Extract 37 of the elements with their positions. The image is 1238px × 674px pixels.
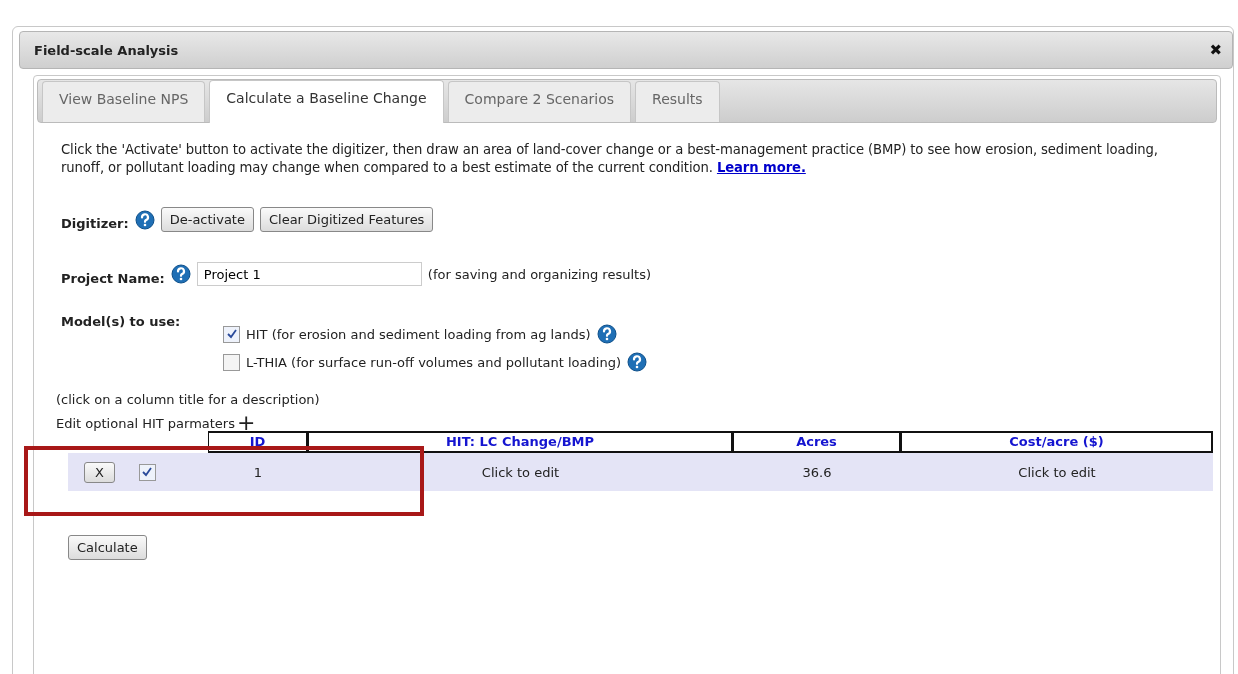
tab[interactable]: Compare 2 Scenarios <box>447 81 632 122</box>
toolbar-button[interactable]: De-activate <box>160 207 254 232</box>
tab[interactable]: View Baseline NPS <box>42 81 206 122</box>
optional-parameters-label: Edit optional HIT parmaters <box>56 415 235 431</box>
hint-text: (click on a column title for a description) <box>56 392 320 407</box>
project-name-label: Project Name: <box>61 270 165 286</box>
help-icon[interactable] <box>626 352 647 372</box>
column-header[interactable]: Acres <box>733 431 901 453</box>
help-icon[interactable] <box>134 209 155 230</box>
table-cell: 36.6 <box>802 464 832 480</box>
help-icon[interactable] <box>170 264 191 284</box>
calculate-button[interactable]: Calculate <box>68 535 147 560</box>
checkbox[interactable] <box>223 325 240 343</box>
help-icon[interactable] <box>596 324 617 344</box>
tab[interactable]: Results <box>635 81 720 122</box>
checkbox[interactable] <box>138 463 156 481</box>
column-header[interactable]: ID <box>208 431 308 453</box>
digitizer-label: Digitizer: <box>61 216 129 231</box>
window-title: Field-scale Analysis <box>34 42 179 58</box>
field-note: (for saving and organizing results) <box>427 266 651 282</box>
checkbox[interactable] <box>223 353 240 371</box>
column-header[interactable]: HIT: LC Change/BMP <box>308 431 733 453</box>
table-cell: 1 <box>253 464 263 480</box>
model-option-label: HIT (for erosion and sediment loading from ag lands) <box>246 326 591 342</box>
intro-text: Click the 'Activate' button to activate the digitizer, then draw an area of land-cover change or a best-management practice (BMP) to see how erosion, sediment loading, runoff, or pollutant loading may change when compared to a best estimate of the current condition. Learn more. <box>61 141 1159 177</box>
learn-more-link[interactable]: Learn more. <box>716 160 806 175</box>
toolbar-button[interactable]: Clear Digitized Features <box>259 207 434 232</box>
models-label: Model(s) to use: <box>61 314 182 331</box>
model-option-label: L-THIA (for surface run-off volumes and pollutant loading) <box>246 354 621 370</box>
table-cell[interactable]: Click to edit <box>1018 464 1096 480</box>
expand-toggle[interactable]: + <box>237 415 256 431</box>
tab[interactable]: Calculate a Baseline Change <box>209 80 444 123</box>
remove-row-button[interactable]: X <box>84 461 115 483</box>
column-header[interactable]: Cost/acre ($) <box>901 431 1213 453</box>
project-name-field[interactable]: Project 1 <box>196 262 422 286</box>
table-cell[interactable]: Click to edit <box>481 464 560 480</box>
close-button[interactable]: ✖ <box>1209 41 1222 59</box>
